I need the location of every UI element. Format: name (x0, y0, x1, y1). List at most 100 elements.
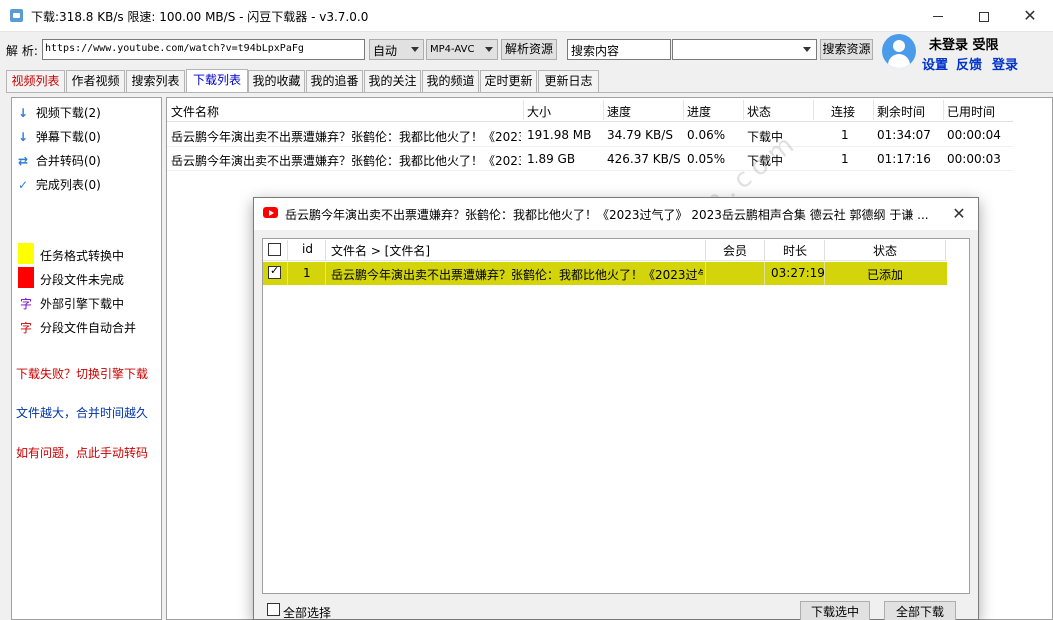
column-divider (705, 240, 706, 260)
yellow-swatch (18, 243, 34, 264)
cell-size: 1.89 GB (527, 152, 576, 166)
search-combo[interactable] (672, 39, 817, 60)
col-vip[interactable]: 会员 (723, 242, 747, 259)
download-all-button[interactable]: 全部下载 (884, 601, 956, 620)
col-status[interactable]: 状态 (747, 103, 771, 120)
manual-transcode-link[interactable]: 如有问题，点此手动转码 (16, 444, 148, 461)
arrow-down-icon: ↓ (18, 106, 29, 120)
table-row[interactable]: 岳云鹏今年演出卖不出票遭嫌弃？张鹤伦：我都比他火了！《2023 191.98 M… (167, 123, 1013, 147)
search-input[interactable]: 搜索内容 (567, 39, 671, 60)
column-divider (743, 100, 744, 120)
maximize-button[interactable] (961, 0, 1007, 31)
title-bar: 下载:318.8 KB/s 限速: 100.00 MB/S - 闪豆下载器 - … (0, 0, 1053, 32)
row-checkbox[interactable] (268, 264, 281, 279)
youtube-icon (263, 207, 278, 218)
login-status: 未登录 受限 (929, 38, 999, 53)
cell-elapsed: 00:00:03 (947, 152, 1001, 166)
check-icon: ✓ (18, 178, 29, 192)
column-divider (683, 100, 684, 120)
cell-remaining: 01:34:07 (877, 128, 931, 142)
col-duration[interactable]: 时长 (783, 242, 807, 259)
header-checkbox[interactable] (268, 243, 281, 256)
tab-video-list[interactable]: 视频列表 (6, 70, 65, 92)
column-divider (603, 100, 604, 120)
tab-download-list[interactable]: 下载列表 (186, 69, 248, 93)
col-id[interactable]: id (302, 242, 313, 256)
url-input[interactable]: https://www.youtube.com/watch?v=t94bLpxP… (42, 39, 365, 60)
column-divider (705, 262, 706, 285)
format-select[interactable]: MP4-AVC (426, 39, 498, 60)
dialog-close-button[interactable]: ✕ (944, 200, 974, 228)
sidebar-item-merge-transcode[interactable]: ⇄ 合并转码(0) (18, 152, 101, 169)
tab-changelog[interactable]: 更新日志 (538, 70, 599, 92)
download-selected-button[interactable]: 下载选中 (800, 601, 870, 620)
col-speed[interactable]: 速度 (607, 103, 631, 120)
app-icon (10, 9, 23, 22)
col-remaining[interactable]: 剩余时间 (877, 103, 925, 120)
col-progress[interactable]: 进度 (687, 103, 711, 120)
tab-my-channels[interactable]: 我的频道 (422, 70, 479, 92)
minimize-button[interactable] (915, 0, 961, 31)
sidebar-item-label: 视频下载(2) (35, 106, 101, 120)
column-divider (523, 100, 524, 120)
sidebar-item-video-download[interactable]: ↓ 视频下载(2) (18, 104, 101, 121)
feedback-link[interactable]: 反馈 (956, 54, 982, 73)
cell-name: 岳云鹏今年演出卖不出票遭嫌弃？张鹤伦：我都比他火了！《2023过气 (331, 268, 703, 282)
chevron-down-icon (803, 47, 811, 52)
tab-following[interactable]: 我的关注 (364, 70, 421, 92)
char-glyph-icon: 字 (20, 321, 33, 335)
col-size[interactable]: 大小 (527, 103, 551, 120)
chevron-down-icon (485, 47, 493, 52)
search-button[interactable]: 搜索资源 (820, 39, 873, 60)
table-row[interactable]: 1 岳云鹏今年演出卖不出票遭嫌弃？张鹤伦：我都比他火了！《2023过气 03:2… (263, 262, 947, 285)
merge-time-tip: 文件越大，合并时间越久 (16, 406, 149, 420)
user-icon-body (888, 54, 910, 68)
column-divider (813, 100, 814, 120)
switch-engine-link[interactable]: 下载失败？切换引擎下载 (16, 365, 148, 382)
playlist-dialog: 岳云鹏今年演出卖不出票遭嫌弃？张鹤伦：我都比他火了！《2023过气了》 2023… (253, 197, 979, 620)
legend-label: 分段文件自动合并 (40, 321, 137, 335)
avatar[interactable] (882, 34, 916, 68)
download-table-header: 文件名称 大小 速度 进度 状态 连接 剩余时间 已用时间 (167, 98, 1013, 122)
select-all-checkbox[interactable] (267, 603, 280, 616)
swap-icon: ⇄ (18, 154, 29, 168)
cell-elapsed: 00:00:04 (947, 128, 1001, 142)
col-connections[interactable]: 连接 (831, 103, 855, 120)
dialog-list-header: id 文件名 > [文件名] 会员 时长 状态 (263, 239, 947, 261)
parse-button[interactable]: 解析资源 (501, 39, 557, 60)
dialog-title-bar: 岳云鹏今年演出卖不出票遭嫌弃？张鹤伦：我都比他火了！《2023过气了》 2023… (254, 198, 978, 230)
close-button[interactable]: ✕ (1007, 0, 1053, 31)
sidebar-item-danmaku-download[interactable]: ↓ 弹幕下载(0) (18, 128, 101, 145)
sidebar-item-label: 合并转码(0) (35, 154, 101, 168)
table-row[interactable]: 岳云鹏今年演出卖不出票遭嫌弃？张鹤伦：我都比他火了！《2023 1.89 GB … (167, 147, 1013, 171)
legend-label: 外部引擎下载中 (40, 297, 125, 311)
window-title: 下载:318.8 KB/s 限速: 100.00 MB/S - 闪豆下载器 - … (31, 10, 369, 24)
col-filename[interactable]: 文件名称 (171, 103, 219, 120)
cell-remaining: 01:17:16 (877, 152, 931, 166)
quality-select[interactable]: 自动 (369, 39, 424, 60)
sidebar: ↓ 视频下载(2) ↓ 弹幕下载(0) ⇄ 合并转码(0) ✓ 完成列表(0) … (11, 97, 162, 620)
sidebar-item-completed[interactable]: ✓ 完成列表(0) (18, 176, 101, 193)
tab-search-list[interactable]: 搜索列表 (126, 70, 185, 92)
col-status[interactable]: 状态 (873, 242, 897, 259)
user-icon (893, 40, 905, 52)
quality-select-value: 自动 (373, 44, 398, 58)
col-name[interactable]: 文件名 > [文件名] (331, 242, 430, 259)
column-divider (764, 262, 765, 285)
arrow-down-icon: ↓ (18, 130, 29, 144)
col-elapsed[interactable]: 已用时间 (947, 103, 995, 120)
format-select-value: MP4-AVC (430, 44, 475, 55)
column-divider (325, 262, 326, 285)
minimize-icon (933, 16, 943, 17)
maximize-icon (979, 11, 989, 22)
login-link[interactable]: 登录 (992, 54, 1018, 73)
tab-followed-series[interactable]: 我的追番 (306, 70, 363, 92)
sidebar-item-label: 弹幕下载(0) (35, 130, 101, 144)
cell-connections: 1 (841, 128, 849, 142)
settings-link[interactable]: 设置 (922, 54, 948, 73)
tab-favorites[interactable]: 我的收藏 (248, 70, 305, 92)
tab-scheduled-update[interactable]: 定时更新 (480, 70, 537, 92)
char-glyph-icon: 字 (20, 297, 33, 311)
cell-speed: 34.79 KB/S (607, 128, 673, 142)
tab-author-videos[interactable]: 作者视频 (66, 70, 125, 92)
